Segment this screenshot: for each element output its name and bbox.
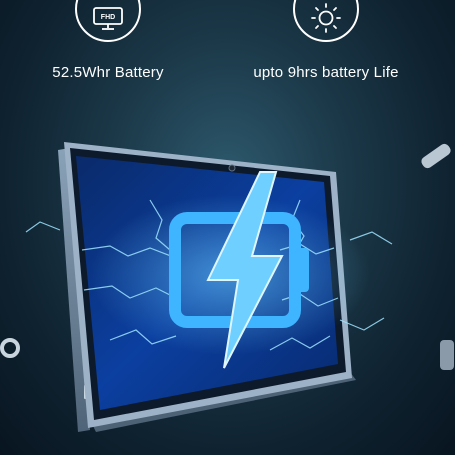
webcam xyxy=(228,164,236,172)
laptop-illustration xyxy=(0,142,454,432)
